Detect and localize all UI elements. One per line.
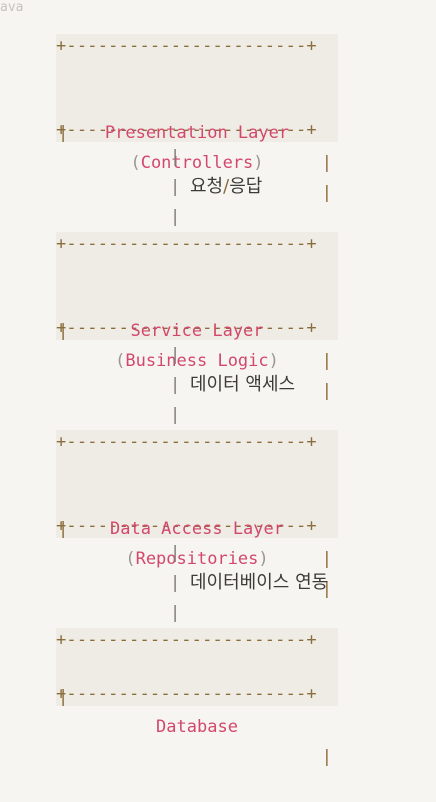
connector-label-row: | 요청/응답 — [56, 172, 338, 202]
layer-database: | Database | — [56, 652, 338, 767]
connector-label-row: | 데이터베이스 연동 — [56, 568, 338, 598]
connector-bar: | — [170, 147, 181, 167]
box-border-top: +-----------------------+ — [56, 430, 338, 454]
connector-bar: | — [170, 405, 181, 425]
layer-data-access-sub: | (Repositories) | — [56, 484, 338, 599]
connector: | — [56, 340, 338, 370]
connector-bar: | — [170, 177, 181, 197]
note-response: 응답 — [229, 176, 263, 197]
connector-note: 데이터베이스 연동 — [190, 572, 329, 593]
layer-presentation: | Presentation Layer | — [56, 58, 338, 173]
connector-bar: | — [170, 345, 181, 365]
connector: | — [56, 538, 338, 568]
connector-note: 요청/응답 — [190, 172, 262, 202]
box-border-top: +-----------------------+ — [56, 628, 338, 652]
connector-bar: | — [170, 375, 181, 395]
note-request: 요청 — [190, 176, 224, 197]
connector: | — [56, 202, 338, 232]
code-language-tag: ava — [0, 0, 24, 15]
connector: | — [56, 400, 338, 430]
connector: | — [56, 598, 338, 628]
layer-presentation-sub: | (Controllers) | — [56, 88, 338, 203]
connector: | — [56, 142, 338, 172]
box-border-bottom: +-----------------------+ — [56, 682, 338, 706]
connector-bar: | — [170, 603, 181, 623]
layer-service: | Service Layer | — [56, 256, 338, 371]
box-pipe: | — [58, 687, 69, 707]
box-border-top: +-----------------------+ — [56, 232, 338, 256]
connector-bar: | — [170, 543, 181, 563]
box-pipe: | — [321, 747, 332, 767]
layer-service-sub: | (Business Logic) | — [56, 286, 338, 401]
connector-bar: | — [170, 207, 181, 227]
connector-label-row: | 데이터 액세스 — [56, 370, 338, 400]
connector-bar: | — [170, 573, 181, 593]
architecture-diagram: +-----------------------+ | Presentation… — [56, 34, 338, 767]
layer-title: Database — [156, 717, 238, 737]
connector-note: 데이터 액세스 — [190, 374, 296, 395]
box-border-top: +-----------------------+ — [56, 34, 338, 58]
layer-data-access: | Data Access Layer | — [56, 454, 338, 569]
